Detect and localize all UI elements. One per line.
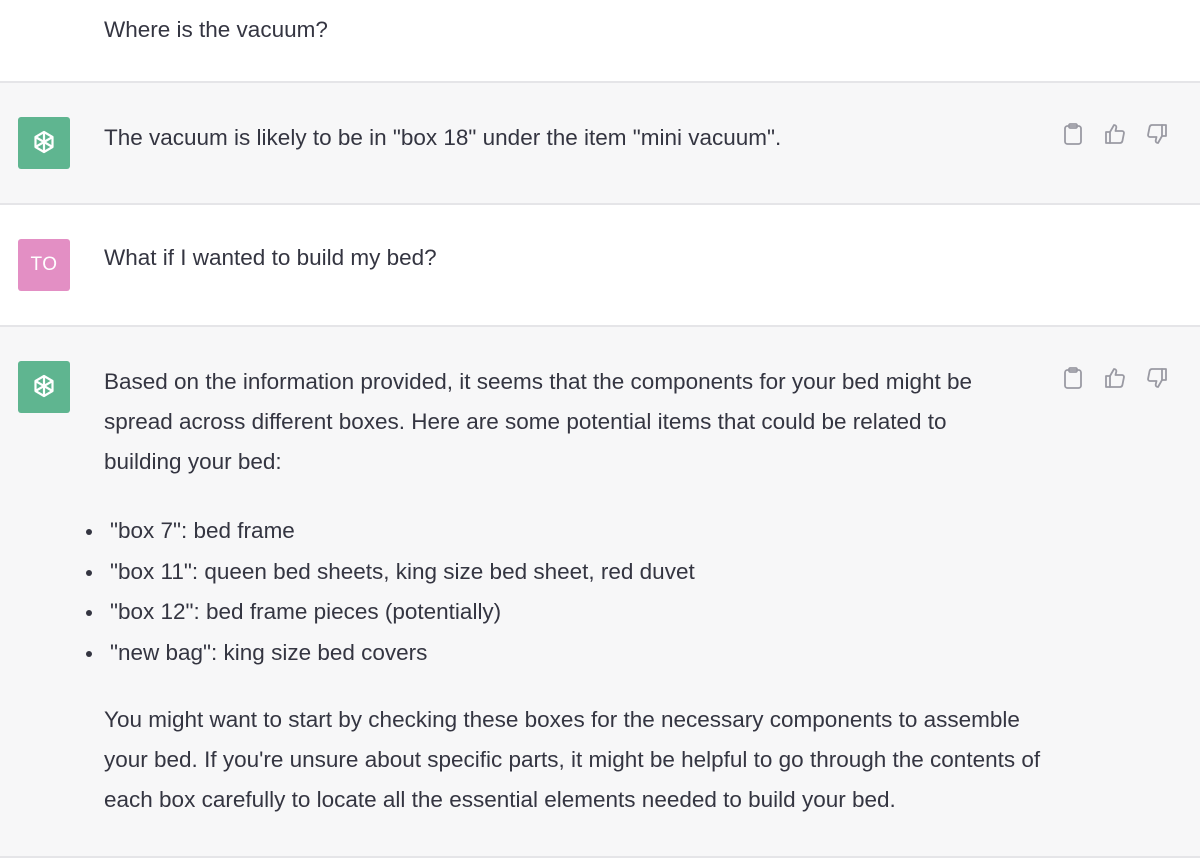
dislike-button[interactable] — [1144, 121, 1170, 147]
message-actions — [1060, 365, 1170, 391]
list-item: "box 7": bed frame — [86, 511, 1064, 552]
like-button[interactable] — [1102, 365, 1128, 391]
message-user-2: TO What if I wanted to build my bed? — [0, 205, 1200, 325]
message-user-1: Where is the vacuum? — [0, 0, 1200, 81]
openai-logo-icon — [34, 374, 54, 398]
list-item: "box 11": queen bed sheets, king size be… — [86, 552, 1064, 593]
message-text: What if I wanted to build my bed? — [104, 245, 437, 270]
bullet-dot — [86, 610, 92, 616]
thumbs-up-icon — [1105, 124, 1125, 144]
bullet-dot — [86, 529, 92, 535]
message-intro: Based on the information provided, it se… — [104, 369, 972, 474]
divider — [0, 856, 1200, 858]
message-outro: You might want to start by checking thes… — [104, 707, 1041, 812]
thumbs-down-icon — [1147, 124, 1167, 144]
openai-logo-icon — [34, 130, 54, 154]
assistant-avatar — [18, 361, 70, 413]
assistant-avatar — [18, 117, 70, 169]
message-text: Where is the vacuum? — [104, 17, 328, 42]
clipboard-icon — [1064, 123, 1082, 145]
message-text: The vacuum is likely to be in "box 18" u… — [104, 125, 782, 150]
user-avatar: TO — [18, 239, 70, 291]
clipboard-icon — [1064, 367, 1082, 389]
message-actions — [1060, 121, 1170, 147]
message-assistant-1: The vacuum is likely to be in "box 18" u… — [0, 83, 1200, 203]
item-list: "box 7": bed frame "box 11": queen bed s… — [86, 511, 1064, 674]
message-assistant-2: Based on the information provided, it se… — [0, 327, 1200, 856]
thumbs-up-icon — [1105, 368, 1125, 388]
message-body: Based on the information provided, it se… — [86, 362, 1064, 820]
like-button[interactable] — [1102, 121, 1128, 147]
dislike-button[interactable] — [1144, 365, 1170, 391]
bullet-dot — [86, 569, 92, 576]
bullet-dot — [86, 650, 92, 657]
list-item: "new bag": king size bed covers — [86, 633, 1064, 674]
thumbs-down-icon — [1147, 368, 1167, 388]
copy-button[interactable] — [1060, 121, 1086, 147]
list-item: "box 12": bed frame pieces (potentially) — [86, 592, 1064, 633]
copy-button[interactable] — [1060, 365, 1086, 391]
